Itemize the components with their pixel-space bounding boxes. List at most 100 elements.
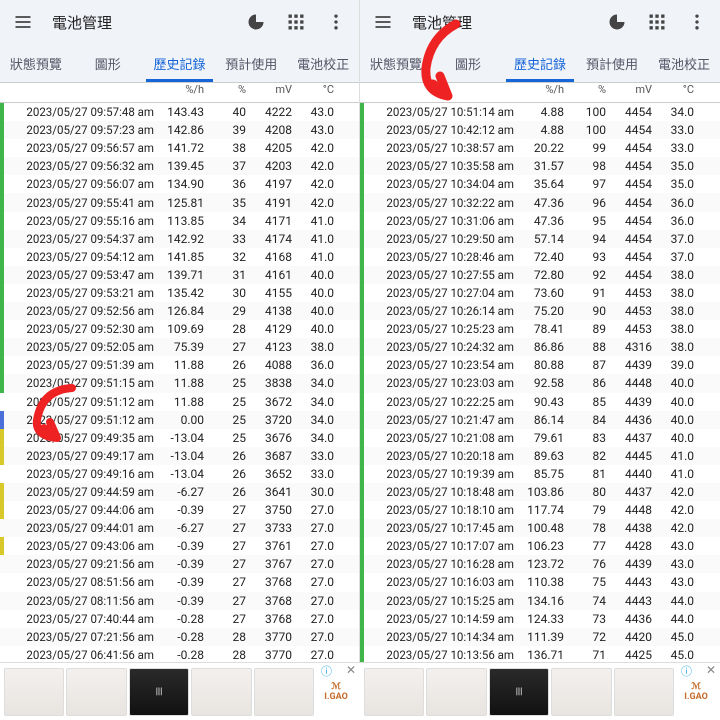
table-row[interactable]: 2023/05/27 10:18:48 am103.8680443742.0 xyxy=(360,483,720,501)
ad-thumb[interactable] xyxy=(254,668,314,716)
ad-info-icon[interactable]: ⓘ xyxy=(321,663,332,679)
table-row[interactable]: 2023/05/27 06:41:56 am-0.2828377027.0 xyxy=(0,646,359,662)
table-row[interactable]: 2023/05/27 09:44:06 am-0.3927375027.0 xyxy=(0,501,359,519)
col-rate: %/h xyxy=(157,83,207,102)
tab-2[interactable]: 歷史記錄 xyxy=(144,44,216,82)
table-row[interactable]: 2023/05/27 10:32:22 am47.3696445436.0 xyxy=(360,193,720,211)
table-row[interactable]: 2023/05/27 09:56:07 am134.9036419742.0 xyxy=(0,175,359,193)
table-row[interactable]: 2023/05/27 09:43:06 am-0.3927376127.0 xyxy=(0,537,359,555)
table-row[interactable]: 2023/05/27 09:57:23 am142.8639420843.0 xyxy=(0,121,359,139)
table-row[interactable]: 2023/05/27 10:16:03 am110.3875444343.0 xyxy=(360,573,720,591)
table-row[interactable]: 2023/05/27 09:54:37 am142.9233417441.0 xyxy=(0,230,359,248)
table-row[interactable]: 2023/05/27 10:25:23 am78.4189445338.0 xyxy=(360,320,720,338)
table-row[interactable]: 2023/05/27 10:21:47 am86.1484443640.0 xyxy=(360,411,720,429)
grid-icon[interactable] xyxy=(640,5,674,39)
table-row[interactable]: 2023/05/27 09:53:47 am139.7131416140.0 xyxy=(0,266,359,284)
table-row[interactable]: 2023/05/27 10:27:04 am73.6091445338.0 xyxy=(360,284,720,302)
ad-info-icon[interactable]: ⓘ xyxy=(681,663,692,679)
pie-icon[interactable] xyxy=(239,5,273,39)
table-row[interactable]: 2023/05/27 10:26:14 am75.2090445338.0 xyxy=(360,302,720,320)
table-body[interactable]: 2023/05/27 10:51:14 am4.88100445434.0202… xyxy=(360,103,720,662)
table-row[interactable]: 2023/05/27 10:35:58 am31.5798445435.0 xyxy=(360,157,720,175)
menu-icon[interactable] xyxy=(6,5,40,39)
ad-close-icon[interactable]: ✕ xyxy=(706,663,716,677)
table-row[interactable]: 2023/05/27 10:27:55 am72.8092445438.0 xyxy=(360,266,720,284)
table-row[interactable]: 2023/05/27 07:40:44 am-0.2827376827.0 xyxy=(0,610,359,628)
table-row[interactable]: 2023/05/27 09:56:57 am141.7238420542.0 xyxy=(0,139,359,157)
menu-icon[interactable] xyxy=(366,5,400,39)
table-row[interactable]: 2023/05/27 10:20:18 am89.6382444541.0 xyxy=(360,447,720,465)
table-row[interactable]: 2023/05/27 10:23:54 am80.8887443939.0 xyxy=(360,356,720,374)
table-row[interactable]: 2023/05/27 10:34:04 am35.6497445435.0 xyxy=(360,175,720,193)
table-row[interactable]: 2023/05/27 09:49:35 am-13.0425367634.0 xyxy=(0,429,359,447)
table-row[interactable]: 2023/05/27 09:55:16 am113.8534417141.0 xyxy=(0,212,359,230)
tab-1[interactable]: 圖形 xyxy=(72,44,144,82)
table-row[interactable]: 2023/05/27 10:29:50 am57.1494445437.0 xyxy=(360,230,720,248)
table-row[interactable]: 2023/05/27 10:14:34 am111.3972442045.0 xyxy=(360,628,720,646)
tab-3[interactable]: 預計使用 xyxy=(215,44,287,82)
table-row[interactable]: 2023/05/27 09:54:12 am141.8532416841.0 xyxy=(0,248,359,266)
table-row[interactable]: 2023/05/27 09:51:12 am11.8825367234.0 xyxy=(0,393,359,411)
table-row[interactable]: 2023/05/27 08:11:56 am-0.3927376827.0 xyxy=(0,592,359,610)
ad-thumb[interactable]: ||| xyxy=(129,668,189,716)
ad-banner[interactable]: ||| ℳI.GAO ⓘ ✕ xyxy=(0,662,360,720)
tab-0[interactable]: 狀態預覽 xyxy=(360,44,432,82)
table-row[interactable]: 2023/05/27 08:51:56 am-0.3927376827.0 xyxy=(0,573,359,591)
table-row[interactable]: 2023/05/27 10:23:03 am92.5886444840.0 xyxy=(360,374,720,392)
table-row[interactable]: 2023/05/27 09:49:17 am-13.0426368733.0 xyxy=(0,447,359,465)
table-row[interactable]: 2023/05/27 10:14:59 am124.3373443644.0 xyxy=(360,610,720,628)
ad-banner[interactable]: ||| ℳI.GAO ⓘ ✕ xyxy=(360,662,720,720)
ad-thumb[interactable] xyxy=(364,668,424,716)
tab-1[interactable]: 圖形 xyxy=(432,44,504,82)
ad-thumb[interactable]: ||| xyxy=(489,668,549,716)
table-row[interactable]: 2023/05/27 10:22:25 am90.4385443940.0 xyxy=(360,393,720,411)
table-row[interactable]: 2023/05/27 09:57:48 am143.4340422243.0 xyxy=(0,103,359,121)
table-row[interactable]: 2023/05/27 10:17:45 am100.4878443842.0 xyxy=(360,519,720,537)
table-row[interactable]: 2023/05/27 10:21:08 am79.6183443740.0 xyxy=(360,429,720,447)
more-icon[interactable] xyxy=(319,5,353,39)
table-row[interactable]: 2023/05/27 09:49:16 am-13.0426365233.0 xyxy=(0,465,359,483)
table-row[interactable]: 2023/05/27 09:51:12 am0.0025372034.0 xyxy=(0,411,359,429)
tab-3[interactable]: 預計使用 xyxy=(576,44,648,82)
table-row[interactable]: 2023/05/27 09:53:21 am135.4230415540.0 xyxy=(0,284,359,302)
table-row[interactable]: 2023/05/27 09:56:32 am139.4537420342.0 xyxy=(0,157,359,175)
ad-thumb[interactable] xyxy=(66,668,126,716)
table-row[interactable]: 2023/05/27 10:38:57 am20.2299445433.0 xyxy=(360,139,720,157)
table-row[interactable]: 2023/05/27 09:55:41 am125.8135419142.0 xyxy=(0,193,359,211)
tab-0[interactable]: 狀態預覽 xyxy=(0,44,72,82)
table-row[interactable]: 2023/05/27 07:21:56 am-0.2828377027.0 xyxy=(0,628,359,646)
ad-thumb[interactable] xyxy=(551,668,611,716)
table-row[interactable]: 2023/05/27 10:31:06 am47.3695445436.0 xyxy=(360,212,720,230)
table-row[interactable]: 2023/05/27 10:42:12 am4.88100445433.0 xyxy=(360,121,720,139)
table-row[interactable]: 2023/05/27 10:28:46 am72.4093445437.0 xyxy=(360,248,720,266)
table-body[interactable]: 2023/05/27 09:57:48 am143.4340422243.020… xyxy=(0,103,359,662)
tab-2[interactable]: 歷史記錄 xyxy=(504,44,576,82)
table-row[interactable]: 2023/05/27 09:51:15 am11.8825383834.0 xyxy=(0,374,359,392)
cell-datetime: 2023/05/27 09:49:16 am xyxy=(5,467,157,481)
ad-thumb[interactable] xyxy=(191,668,251,716)
more-icon[interactable] xyxy=(680,5,714,39)
table-row[interactable]: 2023/05/27 09:44:59 am-6.2726364130.0 xyxy=(0,483,359,501)
grid-icon[interactable] xyxy=(279,5,313,39)
table-row[interactable]: 2023/05/27 09:52:30 am109.6928412940.0 xyxy=(0,320,359,338)
table-row[interactable]: 2023/05/27 10:17:07 am106.2377442843.0 xyxy=(360,537,720,555)
table-row[interactable]: 2023/05/27 10:24:32 am86.8688431638.0 xyxy=(360,338,720,356)
table-row[interactable]: 2023/05/27 10:19:39 am85.7581444041.0 xyxy=(360,465,720,483)
table-row[interactable]: 2023/05/27 10:18:10 am117.7479444842.0 xyxy=(360,501,720,519)
table-row[interactable]: 2023/05/27 09:52:56 am126.8429413840.0 xyxy=(0,302,359,320)
ad-thumb[interactable] xyxy=(4,668,64,716)
tab-4[interactable]: 電池校正 xyxy=(648,44,720,82)
table-row[interactable]: 2023/05/27 10:13:56 am136.7171442545.0 xyxy=(360,646,720,662)
table-row[interactable]: 2023/05/27 10:51:14 am4.88100445434.0 xyxy=(360,103,720,121)
table-row[interactable]: 2023/05/27 10:16:28 am123.7276443943.0 xyxy=(360,555,720,573)
table-row[interactable]: 2023/05/27 09:44:01 am-6.2727373327.0 xyxy=(0,519,359,537)
table-row[interactable]: 2023/05/27 09:51:39 am11.8826408836.0 xyxy=(0,356,359,374)
ad-thumb[interactable] xyxy=(614,668,674,716)
ad-close-icon[interactable]: ✕ xyxy=(346,663,356,677)
ad-thumb[interactable] xyxy=(426,668,486,716)
table-row[interactable]: 2023/05/27 09:21:56 am-0.3927376727.0 xyxy=(0,555,359,573)
table-row[interactable]: 2023/05/27 09:52:05 am75.3927412338.0 xyxy=(0,338,359,356)
table-row[interactable]: 2023/05/27 10:15:25 am134.1674444344.0 xyxy=(360,592,720,610)
tab-4[interactable]: 電池校正 xyxy=(287,44,359,82)
pie-icon[interactable] xyxy=(600,5,634,39)
